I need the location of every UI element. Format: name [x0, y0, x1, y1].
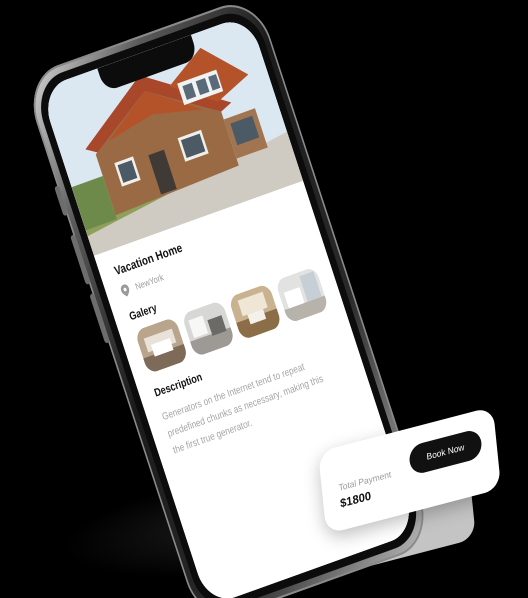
gallery-title: Galery — [127, 301, 159, 324]
mockup-stage: Vacation Home NewYork Galery Description… — [0, 0, 528, 598]
gallery-thumbnail[interactable] — [134, 316, 189, 375]
property-location: NewYork — [120, 271, 166, 298]
description-text: Generators on the Internet tend to repea… — [160, 361, 325, 457]
total-payment-amount: $1800 — [339, 488, 372, 511]
gallery-thumbnail[interactable] — [274, 266, 330, 324]
gallery-thumbnail[interactable] — [181, 299, 236, 358]
location-text: NewYork — [133, 271, 165, 292]
book-now-button[interactable]: Book Now — [408, 427, 483, 476]
gallery-thumbnail[interactable] — [227, 282, 283, 341]
property-title: Vacation Home — [112, 240, 185, 279]
map-pin-icon — [120, 283, 132, 298]
